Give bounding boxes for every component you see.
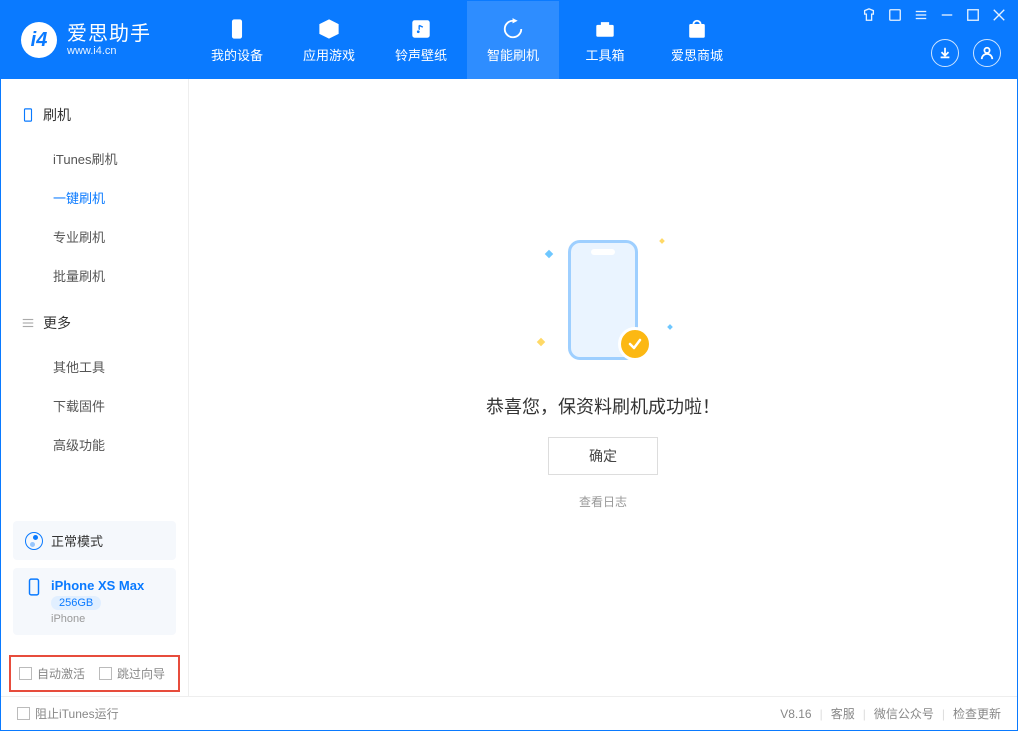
view-log-link[interactable]: 查看日志: [579, 493, 627, 510]
nav-store[interactable]: 爱思商城: [651, 1, 743, 79]
minimize-icon[interactable]: [939, 7, 955, 23]
sidebar-flash-items: iTunes刷机 一键刷机 专业刷机 批量刷机: [1, 133, 188, 305]
sidebar-item-other-tools[interactable]: 其他工具: [1, 347, 188, 386]
device-capacity: 256GB: [51, 596, 101, 610]
checkbox-label: 自动激活: [37, 665, 85, 682]
nav-ringtones[interactable]: 铃声壁纸: [375, 1, 467, 79]
music-icon: [409, 17, 433, 41]
checkbox-highlight-row: 自动激活 跳过向导: [9, 655, 180, 692]
section-title: 刷机: [43, 105, 71, 125]
mode-box[interactable]: 正常模式: [13, 521, 176, 560]
footer: 阻止iTunes运行 V8.16 | 客服 | 微信公众号 | 检查更新: [1, 696, 1017, 730]
nav-label: 智能刷机: [487, 45, 539, 64]
toolbox-icon: [593, 17, 617, 41]
success-check-icon: [618, 327, 652, 361]
checkbox-icon: [17, 707, 30, 720]
main-content: 恭喜您，保资料刷机成功啦！ 确定 查看日志: [189, 79, 1017, 696]
mode-icon: [25, 532, 43, 550]
phone-icon: [25, 578, 43, 596]
logo-text: 爱思助手 www.i4.cn: [67, 23, 151, 57]
sparkle-icon: [545, 250, 553, 258]
device-info: iPhone XS Max 256GB iPhone: [51, 578, 144, 625]
app-name: 爱思助手: [67, 23, 151, 45]
nav-label: 我的设备: [211, 45, 263, 64]
checkbox-block-itunes[interactable]: 阻止iTunes运行: [17, 705, 119, 722]
store-icon: [685, 17, 709, 41]
menu-icon[interactable]: [913, 7, 929, 23]
sparkle-icon: [667, 324, 673, 330]
titlebar-controls: [861, 7, 1007, 23]
main-nav: 我的设备 应用游戏 铃声壁纸 智能刷机 工具箱 爱思商城: [191, 1, 743, 79]
sidebar-section-more: 更多: [1, 305, 188, 341]
footer-right: V8.16 | 客服 | 微信公众号 | 检查更新: [780, 705, 1001, 722]
close-icon[interactable]: [991, 7, 1007, 23]
checkbox-label: 跳过向导: [117, 665, 165, 682]
success-illustration: [528, 225, 678, 375]
nav-my-device[interactable]: 我的设备: [191, 1, 283, 79]
sparkle-icon: [659, 238, 665, 244]
mode-label: 正常模式: [51, 531, 103, 550]
sidebar-item-batch-flash[interactable]: 批量刷机: [1, 256, 188, 295]
nav-label: 工具箱: [585, 45, 624, 64]
device-type: iPhone: [51, 613, 144, 625]
cube-icon: [317, 17, 341, 41]
sidebar-item-download-firmware[interactable]: 下载固件: [1, 386, 188, 425]
nav-label: 应用游戏: [303, 45, 355, 64]
sidebar-more-items: 其他工具 下载固件 高级功能: [1, 341, 188, 474]
nav-apps-games[interactable]: 应用游戏: [283, 1, 375, 79]
sidebar-item-itunes-flash[interactable]: iTunes刷机: [1, 139, 188, 178]
maximize-icon[interactable]: [965, 7, 981, 23]
device-name: iPhone XS Max: [51, 578, 144, 593]
ok-button[interactable]: 确定: [548, 437, 658, 475]
nav-toolbox[interactable]: 工具箱: [559, 1, 651, 79]
header-right: [931, 39, 1001, 67]
checkbox-icon: [19, 667, 32, 680]
checkbox-skip-guide[interactable]: 跳过向导: [99, 665, 165, 682]
logo-icon: i4: [21, 22, 57, 58]
skin-icon[interactable]: [861, 7, 877, 23]
nav-label: 爱思商城: [671, 45, 723, 64]
section-title: 更多: [43, 313, 71, 333]
app-url: www.i4.cn: [67, 45, 151, 57]
phone-outline-icon: [21, 108, 35, 122]
download-icon[interactable]: [931, 39, 959, 67]
checkbox-label: 阻止iTunes运行: [35, 705, 119, 722]
footer-link-wechat[interactable]: 微信公众号: [874, 705, 934, 722]
footer-link-support[interactable]: 客服: [831, 705, 855, 722]
user-icon[interactable]: [973, 39, 1001, 67]
body: 刷机 iTunes刷机 一键刷机 专业刷机 批量刷机 更多 其他工具 下载固件 …: [1, 79, 1017, 696]
device-box[interactable]: iPhone XS Max 256GB iPhone: [13, 568, 176, 635]
version-label: V8.16: [780, 707, 811, 721]
sidebar: 刷机 iTunes刷机 一键刷机 专业刷机 批量刷机 更多 其他工具 下载固件 …: [1, 79, 189, 696]
nav-label: 铃声壁纸: [395, 45, 447, 64]
sparkle-icon: [537, 338, 545, 346]
nav-smart-flash[interactable]: 智能刷机: [467, 1, 559, 79]
feedback-icon[interactable]: [887, 7, 903, 23]
success-message: 恭喜您，保资料刷机成功啦！: [486, 393, 720, 419]
footer-link-check-update[interactable]: 检查更新: [953, 705, 1001, 722]
checkbox-icon: [99, 667, 112, 680]
sidebar-section-flash: 刷机: [1, 97, 188, 133]
refresh-icon: [501, 17, 525, 41]
sidebar-item-pro-flash[interactable]: 专业刷机: [1, 217, 188, 256]
checkbox-auto-activate[interactable]: 自动激活: [19, 665, 85, 682]
logo-area: i4 爱思助手 www.i4.cn: [21, 22, 191, 58]
sidebar-item-advanced[interactable]: 高级功能: [1, 425, 188, 464]
sidebar-item-oneclick-flash[interactable]: 一键刷机: [1, 178, 188, 217]
app-header: i4 爱思助手 www.i4.cn 我的设备 应用游戏 铃声壁纸 智能刷机 工具…: [1, 1, 1017, 79]
device-icon: [225, 17, 249, 41]
device-panel: 正常模式 iPhone XS Max 256GB iPhone: [1, 521, 188, 655]
list-icon: [21, 316, 35, 330]
